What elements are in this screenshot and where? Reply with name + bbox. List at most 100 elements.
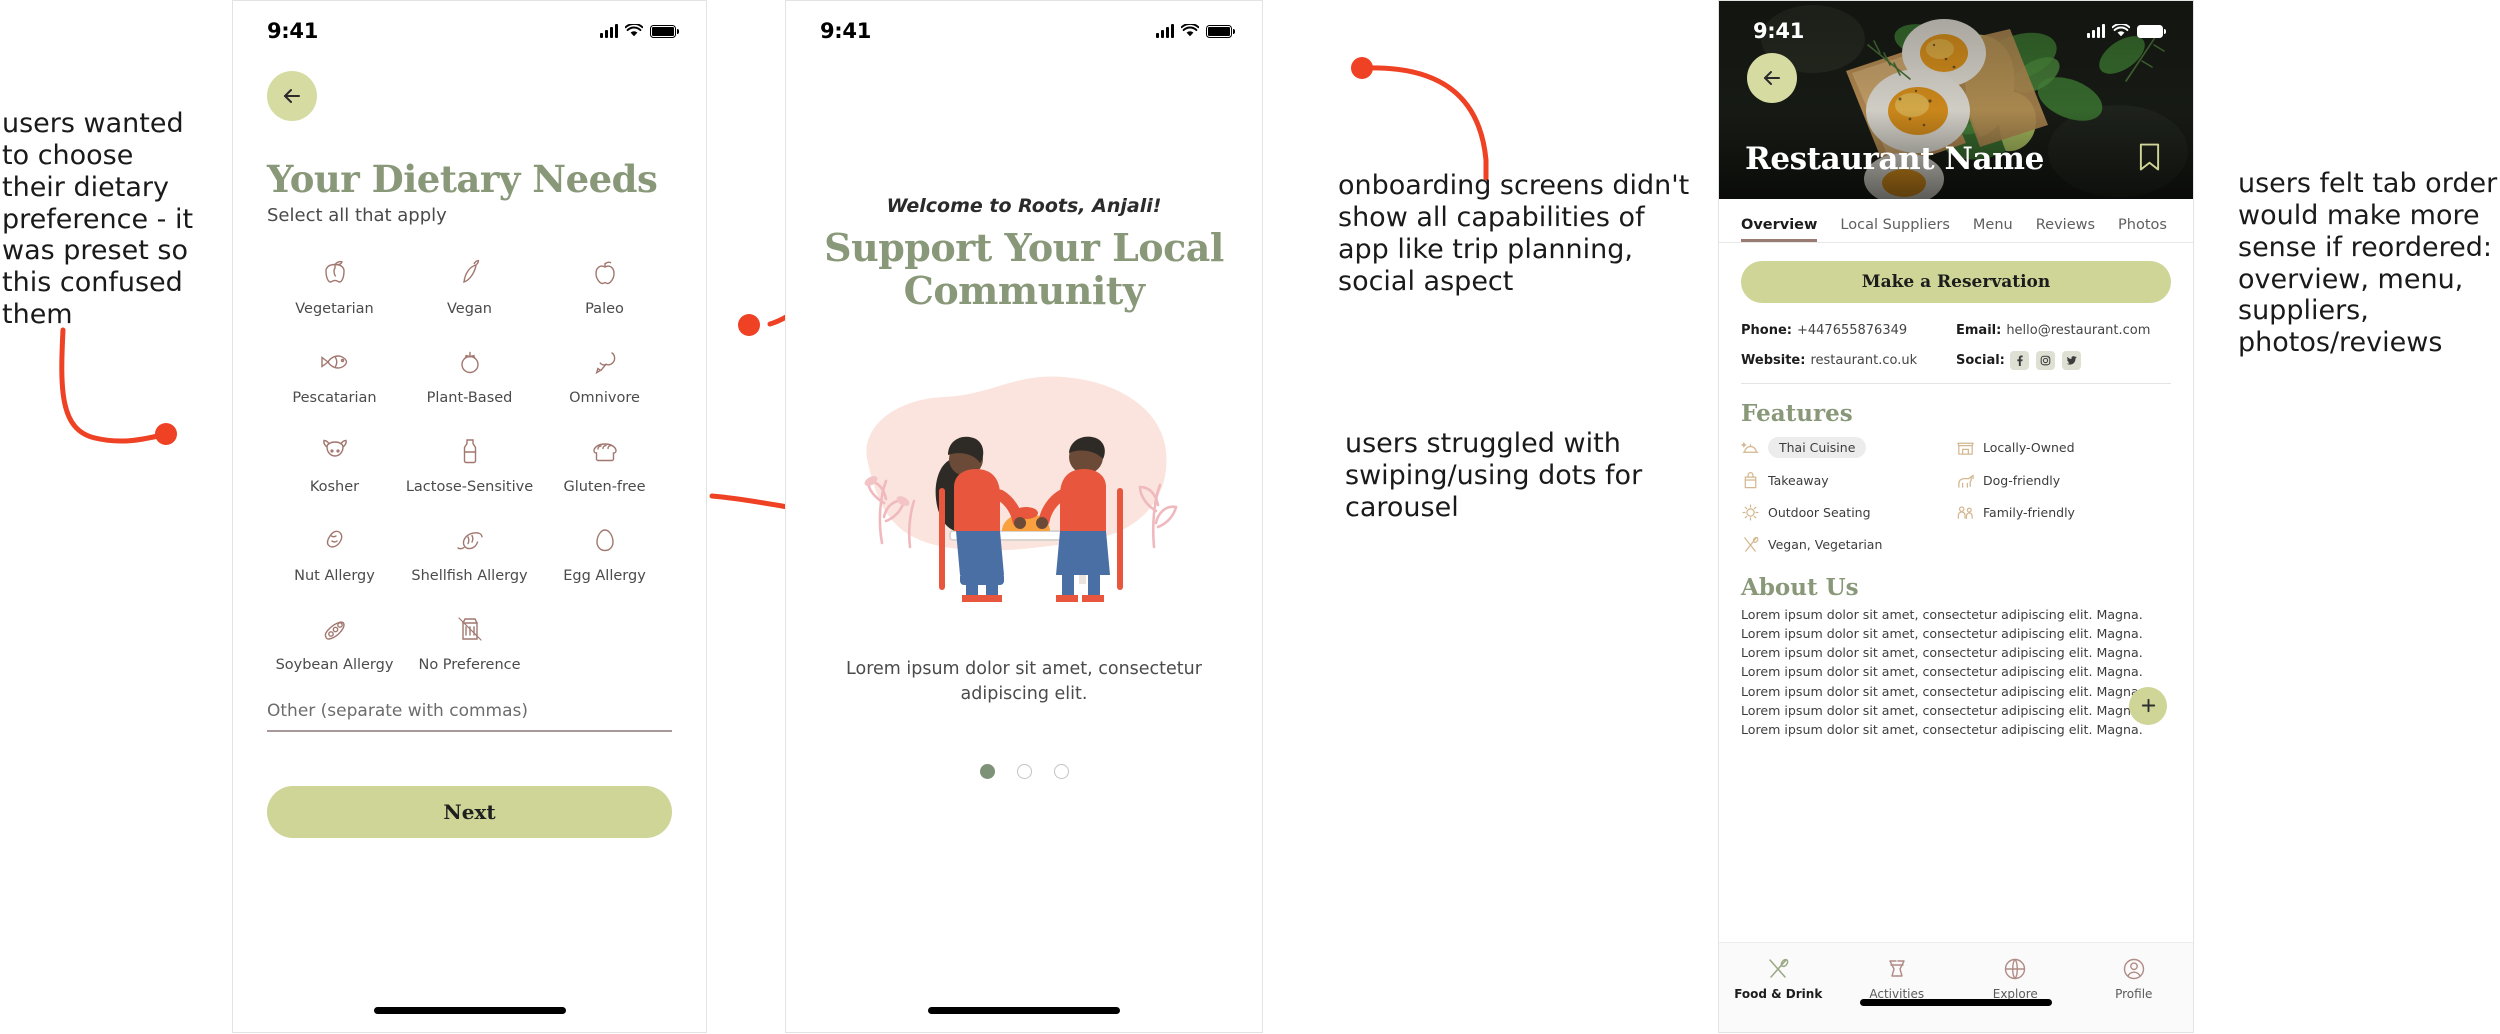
- annotation-carousel-dots: users struggled with swiping/using dots …: [1345, 428, 1643, 523]
- diet-option[interactable]: Lactose-Sensitive: [402, 430, 537, 495]
- arrow-left-icon: [284, 89, 300, 103]
- make-reservation-button[interactable]: Make a Reservation: [1741, 261, 2171, 303]
- features-title: Features: [1741, 400, 1853, 427]
- shrimp-icon: [456, 532, 483, 550]
- home-indicator: [1860, 999, 2052, 1006]
- phone-label: Phone:: [1741, 323, 1792, 338]
- twitter-button[interactable]: [2061, 351, 2081, 370]
- website-label: Website:: [1741, 353, 1806, 368]
- email-value: hello@restaurant.com: [2006, 323, 2151, 338]
- feature-label: Family-friendly: [1983, 505, 2075, 520]
- carousel-dots[interactable]: [822, 763, 1226, 779]
- drumstick-icon: [595, 352, 615, 375]
- feature-locally-owned[interactable]: Locally-Owned: [1956, 437, 2171, 458]
- annotation-dietary-preference: users wanted to choose their dietary pre…: [2, 108, 194, 331]
- tab-reviews[interactable]: Reviews: [2036, 217, 2095, 242]
- facebook-button[interactable]: [2009, 351, 2029, 370]
- battery-icon: [1206, 24, 1236, 38]
- divider: [1741, 383, 2171, 384]
- email-field[interactable]: Email: hello@restaurant.com: [1956, 323, 2171, 338]
- diet-option[interactable]: Nut Allergy: [267, 519, 402, 584]
- diet-option[interactable]: Pescatarian: [267, 341, 402, 406]
- feature-takeaway[interactable]: Takeaway: [1741, 471, 1956, 490]
- tab-local-suppliers[interactable]: Local Suppliers: [1840, 217, 1950, 242]
- diet-option[interactable]: Vegan: [402, 252, 537, 317]
- tab-overview[interactable]: Overview: [1741, 217, 1818, 242]
- tab-menu[interactable]: Menu: [1973, 217, 2013, 242]
- diet-option-label: Gluten-free: [563, 479, 646, 495]
- signal-icon: [2087, 24, 2105, 38]
- milk-bottle-icon: [463, 439, 476, 464]
- contact-row: Phone: +447655876349 Email: hello@restau…: [1741, 323, 2171, 338]
- diet-option[interactable]: Vegetarian: [267, 252, 402, 317]
- diet-option[interactable]: Shellfish Allergy: [402, 519, 537, 584]
- website-field[interactable]: Website: restaurant.co.uk: [1741, 351, 1956, 370]
- screenshot-canvas: users wanted to choose their dietary pre…: [0, 0, 2500, 1034]
- bookmark-button[interactable]: [2138, 142, 2161, 177]
- feature-thai-cuisine[interactable]: Thai Cuisine: [1741, 437, 1956, 458]
- sun-icon: [1742, 504, 1759, 521]
- diet-option[interactable]: Kosher: [267, 430, 402, 495]
- feature-family-friendly[interactable]: Family-friendly: [1956, 503, 2171, 522]
- social-links: [2009, 351, 2081, 370]
- other-dietary-field[interactable]: Other (separate with commas): [267, 701, 672, 732]
- status-time: 9:41: [1753, 19, 1805, 43]
- takeaway-bag-icon: [1744, 472, 1757, 489]
- back-button[interactable]: [267, 71, 317, 121]
- status-icons: [2087, 24, 2167, 38]
- arrow-left-icon: [1764, 71, 1780, 85]
- feature-vegan-vegetarian[interactable]: Vegan, Vegetarian: [1741, 535, 1956, 554]
- nav-label: Food & Drink: [1734, 987, 1823, 1001]
- diet-option[interactable]: Omnivore: [537, 341, 672, 406]
- welcome-greeting: Welcome to Roots, Anjali!: [886, 195, 1162, 217]
- apple-icon: [594, 261, 615, 285]
- diet-option[interactable]: Paleo: [537, 252, 672, 317]
- about-title: About Us: [1741, 574, 1859, 601]
- instagram-icon: [2040, 355, 2051, 366]
- phone-field[interactable]: Phone: +447655876349: [1741, 323, 1956, 338]
- feature-label: Takeaway: [1768, 473, 1829, 488]
- diet-option-label: No Preference: [418, 657, 521, 673]
- diet-option-label: Vegetarian: [295, 301, 374, 317]
- peanut-icon: [326, 530, 342, 548]
- website-value: restaurant.co.uk: [1810, 353, 1918, 368]
- diet-option[interactable]: No Preference: [402, 608, 537, 673]
- diet-option-label: Lactose-Sensitive: [405, 479, 534, 495]
- diet-option[interactable]: Soybean Allergy: [267, 608, 402, 673]
- family-icon: [1957, 506, 1973, 519]
- tab-photos[interactable]: Photos: [2118, 217, 2167, 242]
- wifi-icon: [2112, 24, 2130, 37]
- cloche-icon: [1741, 441, 1759, 453]
- carousel-dot-active[interactable]: [979, 763, 995, 779]
- person-icon: [2123, 958, 2144, 980]
- carousel-dot[interactable]: [1053, 763, 1069, 779]
- nav-food-and-drink[interactable]: Food & Drink: [1719, 956, 1838, 1001]
- people-dining-illustration: [864, 376, 1178, 602]
- add-button[interactable]: [2129, 686, 2167, 725]
- carousel-dot[interactable]: [1016, 763, 1032, 779]
- annotation-tab-order: users felt tab order would make more sen…: [2238, 168, 2498, 359]
- diet-option-label: Nut Allergy: [294, 568, 375, 584]
- annotation-onboarding-capabilities: onboarding screens didn't show all capab…: [1338, 170, 1690, 297]
- next-button[interactable]: Next: [267, 786, 672, 838]
- feature-dog-friendly[interactable]: Dog-friendly: [1956, 471, 2171, 490]
- nav-profile[interactable]: Profile: [2075, 956, 2194, 1001]
- cutlery-icon: [1744, 536, 1759, 552]
- nav-explore[interactable]: Explore: [1956, 956, 2075, 1001]
- phone-value: +447655876349: [1796, 323, 1908, 338]
- screen-onboarding: 9:41 Welcome to Roots, Anjali! Support Y…: [785, 0, 1263, 1033]
- social-label: Social:: [1956, 353, 2005, 368]
- instagram-button[interactable]: [2035, 351, 2055, 370]
- nav-activities[interactable]: Activities: [1838, 956, 1957, 1001]
- diet-option-label: Pescatarian: [292, 390, 377, 406]
- back-button[interactable]: [1747, 53, 1797, 103]
- shop-icon: [1957, 442, 1974, 455]
- diet-option[interactable]: Egg Allergy: [537, 519, 672, 584]
- signal-icon: [1156, 24, 1174, 38]
- bell-pepper-icon: [324, 260, 345, 283]
- diet-option-label: Omnivore: [569, 390, 640, 406]
- feature-outdoor-seating[interactable]: Outdoor Seating: [1741, 503, 1956, 522]
- diet-option[interactable]: Plant-Based: [402, 341, 537, 406]
- status-bar: 9:41: [786, 1, 1262, 47]
- diet-option[interactable]: Gluten-free: [537, 430, 672, 495]
